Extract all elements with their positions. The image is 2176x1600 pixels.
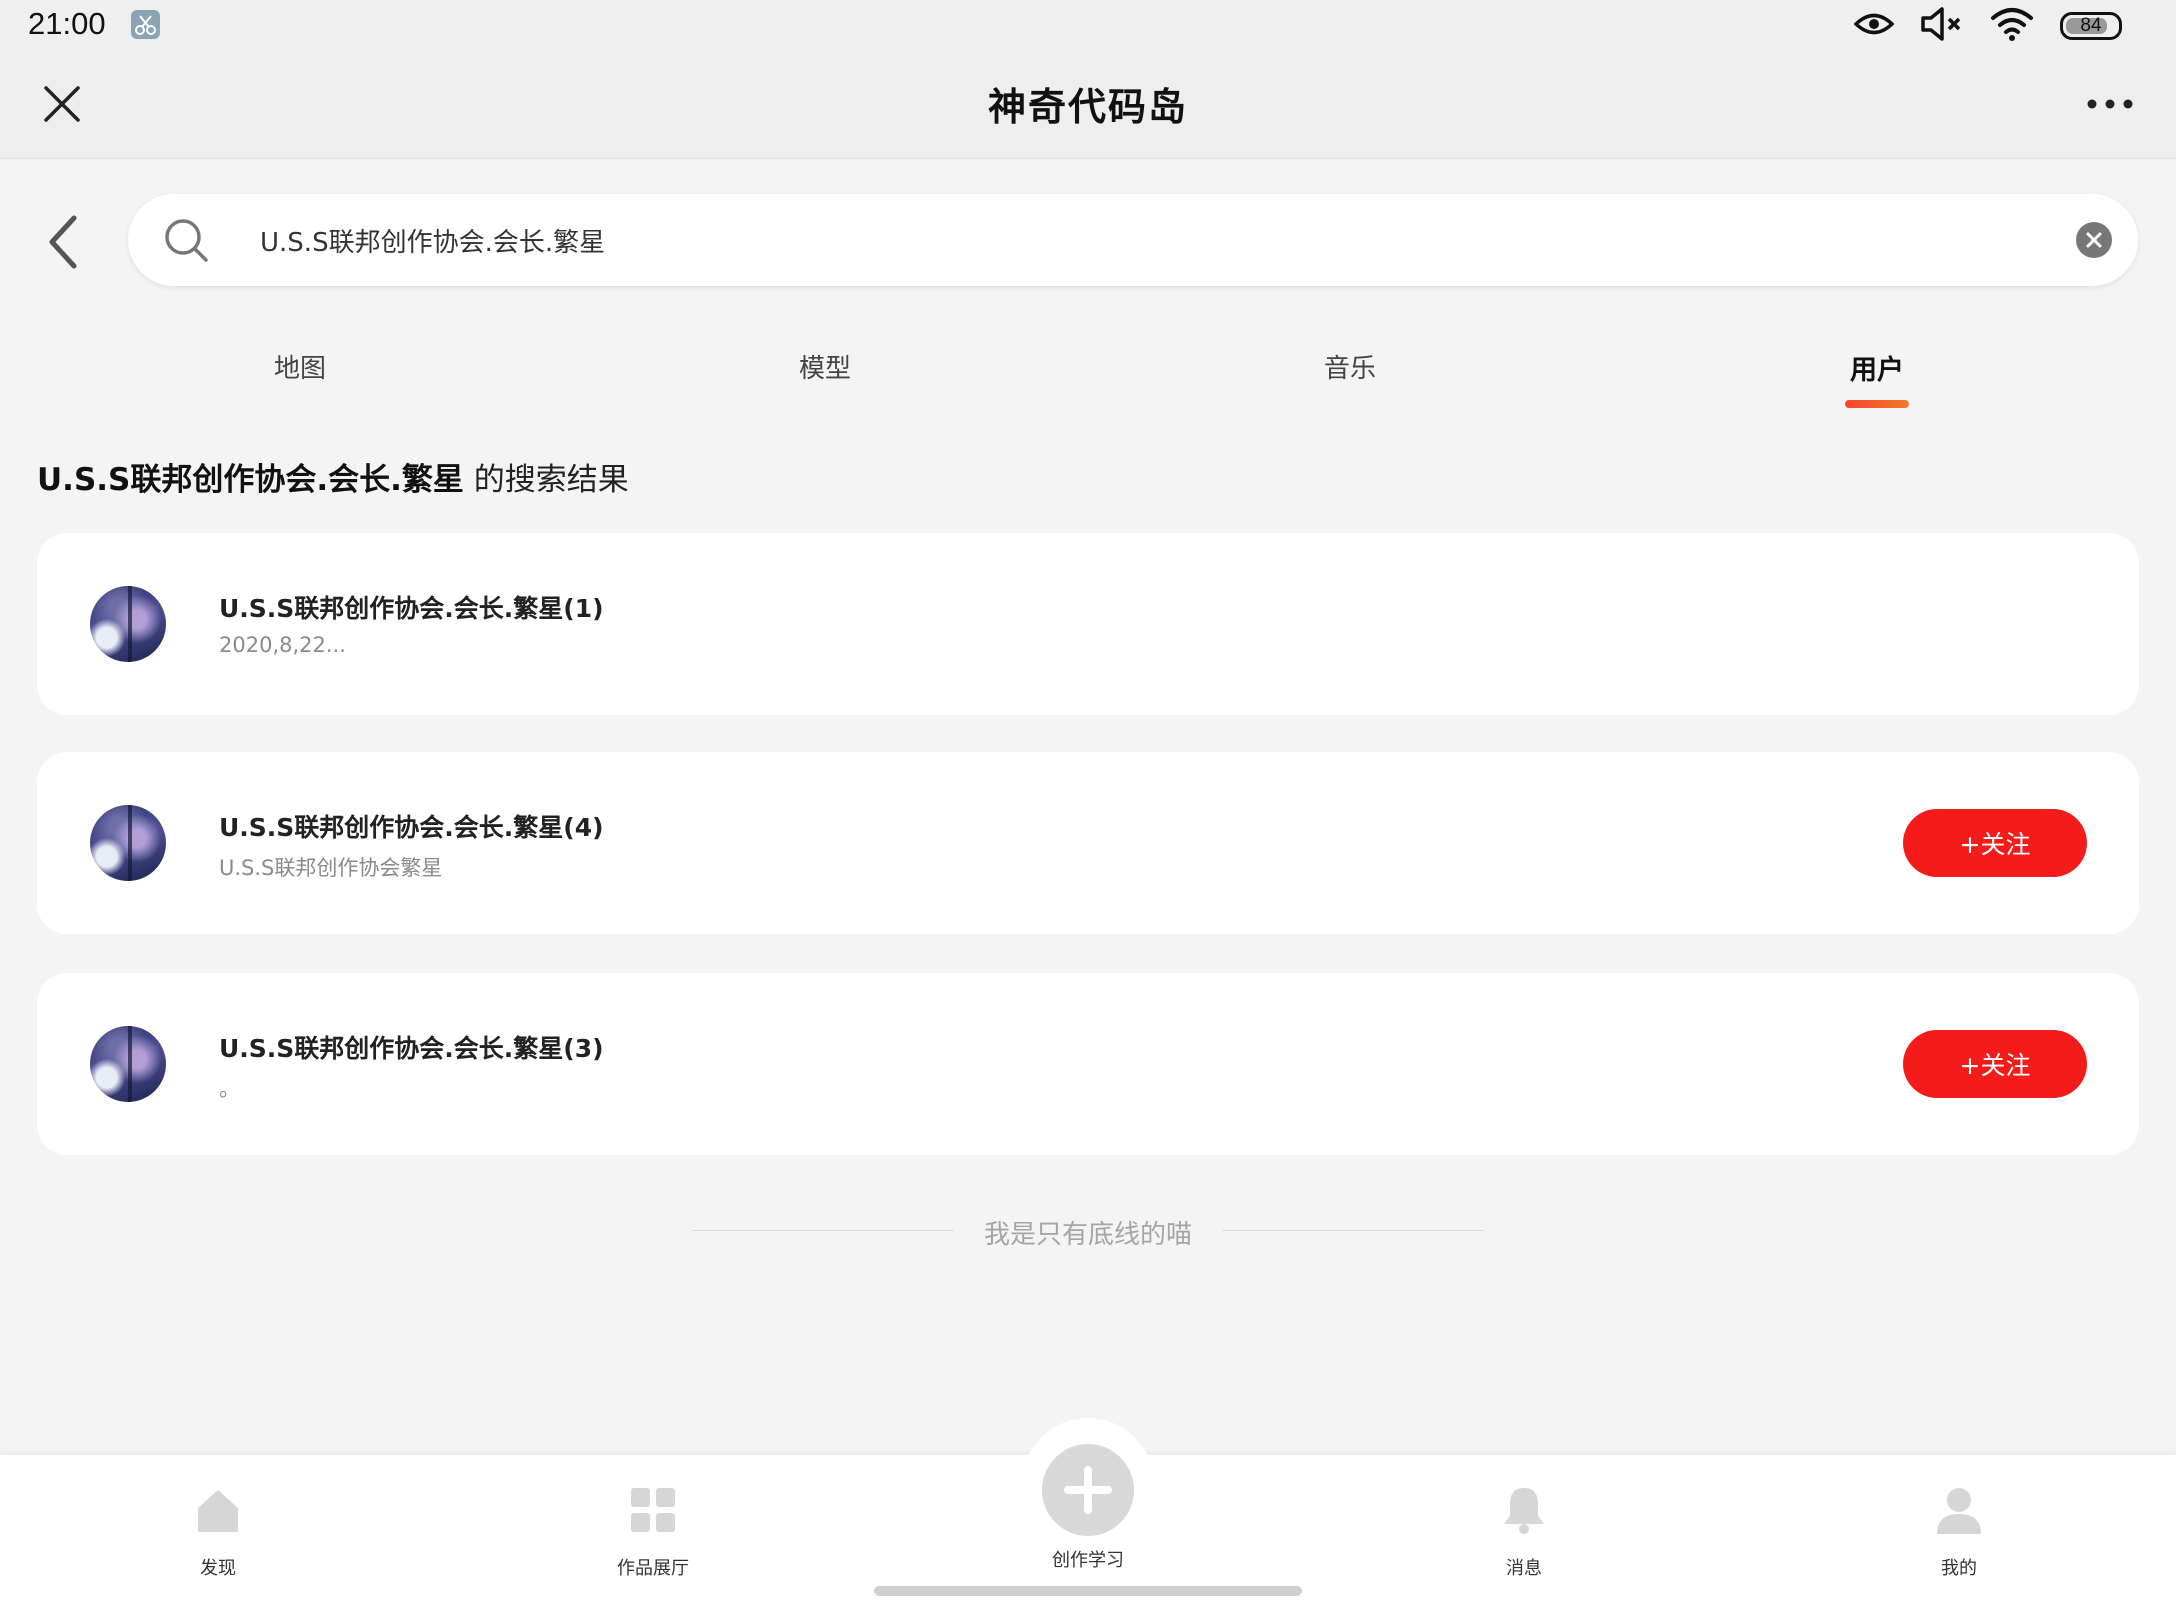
nav-messages[interactable]: 消息	[1414, 1480, 1634, 1580]
search-icon	[162, 216, 210, 264]
results-heading: U.S.S联邦创作协会.会长.繁星 的搜索结果	[37, 454, 629, 499]
follow-button[interactable]: +关注	[1903, 809, 2087, 877]
results-suffix: 的搜索结果	[463, 462, 629, 498]
status-time: 21:00	[28, 6, 106, 41]
tab-user[interactable]: 用户	[1777, 348, 1977, 387]
nav-label: 发现	[200, 1558, 236, 1579]
scissors-app-icon	[131, 10, 160, 39]
end-of-list-text: 我是只有底线的喵	[983, 1220, 1192, 1250]
nav-gallery[interactable]: 作品展厅	[543, 1480, 763, 1580]
user-bio: 。	[219, 1077, 240, 1101]
home-indicator[interactable]	[874, 1586, 1302, 1596]
user-name: U.S.S联邦创作协会.会长.繁星(1)	[219, 594, 604, 623]
battery-level: 84	[2080, 15, 2102, 36]
user-result-card[interactable]: U.S.S联邦创作协会.会长.繁星(1) 2020,8,22...	[37, 533, 2139, 715]
clear-x-icon	[2086, 232, 2102, 248]
tab-music[interactable]: 音乐	[1250, 348, 1450, 385]
plus-icon	[1064, 1466, 1112, 1514]
nav-label: 作品展厅	[617, 1558, 689, 1579]
nav-discover[interactable]: 发现	[108, 1480, 328, 1580]
user-result-card[interactable]: U.S.S联邦创作协会.会长.繁星(4) U.S.S联邦创作协会繁星 +关注	[37, 752, 2139, 934]
avatar[interactable]	[90, 586, 166, 662]
search-input[interactable]	[260, 214, 1860, 266]
nav-label[interactable]: 创作学习	[978, 1546, 1198, 1572]
tab-model[interactable]: 模型	[725, 348, 925, 385]
volume-muted-icon	[1920, 6, 1964, 46]
wifi-icon	[1990, 6, 2034, 46]
title-bar: 神奇代码岛	[0, 50, 2176, 159]
nav-create-button[interactable]	[1042, 1444, 1134, 1536]
page-title: 神奇代码岛	[987, 85, 1188, 129]
user-result-card[interactable]: U.S.S联邦创作协会.会长.繁星(3) 。 +关注	[37, 973, 2139, 1155]
avatar[interactable]	[90, 805, 166, 881]
bell-icon	[1504, 1488, 1544, 1534]
more-dots-icon	[2087, 99, 2133, 109]
eye-icon	[1853, 9, 1895, 43]
user-name: U.S.S联邦创作协会.会长.繁星(4)	[219, 813, 604, 842]
user-name: U.S.S联邦创作协会.会长.繁星(3)	[219, 1034, 604, 1063]
clear-search-button[interactable]	[2076, 222, 2112, 258]
grid-icon	[631, 1488, 675, 1532]
back-button[interactable]	[40, 210, 88, 274]
follow-button[interactable]: +关注	[1903, 1030, 2087, 1098]
more-button[interactable]	[2080, 80, 2140, 128]
person-icon	[1937, 1488, 1981, 1534]
user-bio: U.S.S联邦创作协会繁星	[219, 856, 443, 880]
avatar[interactable]	[90, 1026, 166, 1102]
nav-label: 消息	[1506, 1558, 1542, 1579]
nav-label: 我的	[1941, 1558, 1977, 1579]
search-box[interactable]	[128, 194, 2138, 286]
status-icons: 84	[1853, 6, 2122, 46]
active-tab-indicator	[1845, 400, 1909, 408]
tab-map[interactable]: 地图	[200, 348, 400, 385]
battery-icon: 84	[2060, 12, 2122, 40]
user-bio: 2020,8,22...	[219, 633, 346, 657]
nav-profile[interactable]: 我的	[1849, 1480, 2069, 1580]
status-bar: 21:00 84	[0, 0, 2176, 50]
chevron-left-icon	[49, 215, 77, 269]
home-icon	[198, 1490, 238, 1532]
results-query: U.S.S联邦创作协会.会长.繁星	[37, 462, 464, 498]
